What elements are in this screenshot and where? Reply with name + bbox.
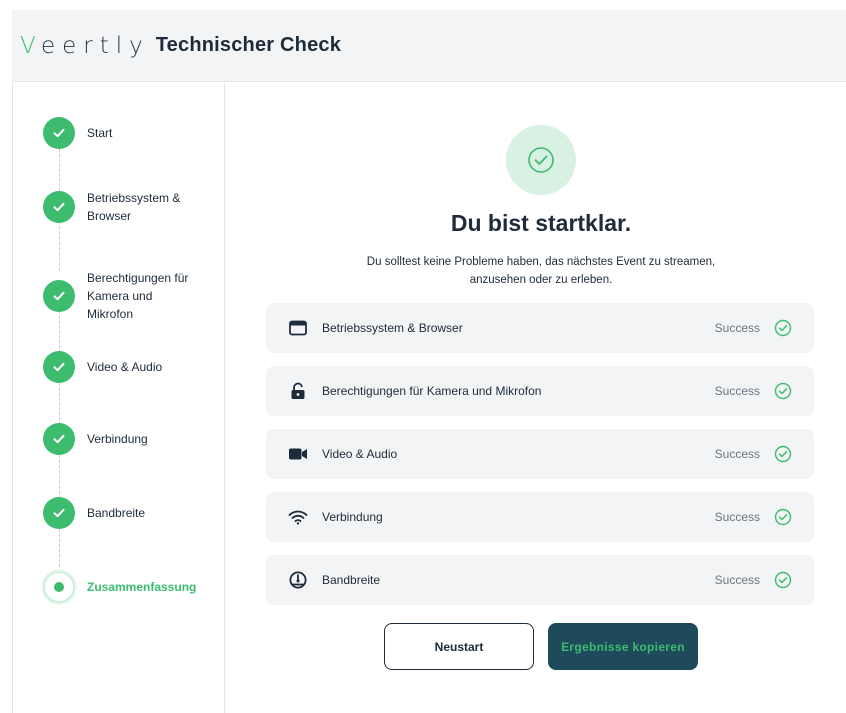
check-row-video-audio: Video & Audio Success bbox=[266, 429, 814, 479]
checkmark-icon bbox=[43, 351, 75, 383]
check-row-os-browser: Betriebssystem & Browser Success bbox=[266, 303, 814, 353]
step-sidebar: Start Betriebssystem & Browser Berechtig… bbox=[12, 83, 225, 713]
check-row-bandwidth: Bandbreite Success bbox=[266, 555, 814, 605]
speedometer-icon bbox=[288, 570, 308, 590]
video-camera-icon bbox=[288, 444, 308, 464]
page-title: Technischer Check bbox=[155, 34, 342, 56]
step-label: Start bbox=[87, 126, 113, 140]
step-label: Berechtigungen für Kamera und Mikrofon bbox=[87, 271, 189, 321]
active-step-indicator bbox=[43, 571, 75, 603]
success-circle-icon bbox=[774, 382, 792, 400]
check-status: Success bbox=[714, 447, 760, 461]
check-row-permissions: Berechtigungen für Kamera und Mikrofon S… bbox=[266, 366, 814, 416]
step-label: Video & Audio bbox=[87, 360, 163, 374]
veertly-logo: Veertly bbox=[20, 32, 150, 59]
success-circle-icon bbox=[774, 508, 792, 526]
success-check-icon bbox=[506, 125, 576, 195]
step-bandwidth[interactable]: Bandbreite bbox=[43, 497, 197, 529]
step-os-browser[interactable]: Betriebssystem & Browser bbox=[43, 189, 197, 225]
check-status: Success bbox=[714, 384, 760, 398]
check-status: Success bbox=[714, 573, 760, 587]
step-label: Zusammenfassung bbox=[87, 580, 197, 594]
checkmark-icon bbox=[43, 497, 75, 529]
copy-results-button[interactable]: Ergebnisse kopieren bbox=[548, 623, 698, 670]
checkmark-icon bbox=[43, 280, 75, 312]
app-header: Veertly Technischer Check bbox=[12, 10, 846, 82]
check-label: Verbindung bbox=[322, 510, 383, 524]
restart-button[interactable]: Neustart bbox=[384, 623, 534, 670]
summary-panel: Du bist startklar. Du solltest keine Pro… bbox=[226, 83, 846, 713]
check-label: Betriebssystem & Browser bbox=[322, 321, 463, 335]
wifi-icon bbox=[288, 507, 308, 527]
step-connection[interactable]: Verbindung bbox=[43, 423, 197, 455]
step-connector bbox=[59, 383, 60, 425]
check-label: Bandbreite bbox=[322, 573, 381, 587]
step-connector bbox=[59, 455, 60, 499]
summary-subtext: Du solltest keine Probleme haben, das nä… bbox=[366, 256, 716, 286]
step-label: Verbindung bbox=[87, 432, 148, 446]
check-label: Berechtigungen für Kamera und Mikrofon bbox=[322, 384, 542, 398]
step-summary[interactable]: Zusammenfassung bbox=[43, 571, 197, 603]
step-connector bbox=[59, 149, 60, 191]
active-dot-icon bbox=[54, 582, 64, 592]
checkmark-icon bbox=[43, 117, 75, 149]
check-row-connection: Verbindung Success bbox=[266, 492, 814, 542]
step-video-audio[interactable]: Video & Audio bbox=[43, 351, 197, 383]
checkmark-icon bbox=[43, 423, 75, 455]
checkmark-icon bbox=[43, 191, 75, 223]
step-permissions[interactable]: Berechtigungen für Kamera und Mikrofon bbox=[43, 269, 197, 323]
step-label: Betriebssystem & Browser bbox=[87, 191, 181, 223]
check-status: Success bbox=[714, 510, 760, 524]
success-circle-icon bbox=[774, 571, 792, 589]
step-label: Bandbreite bbox=[87, 506, 146, 520]
step-connector bbox=[59, 529, 60, 567]
check-label: Video & Audio bbox=[322, 447, 398, 461]
success-circle-icon bbox=[774, 319, 792, 337]
browser-window-icon bbox=[288, 318, 308, 338]
check-status: Success bbox=[714, 321, 760, 335]
step-start[interactable]: Start bbox=[43, 117, 197, 149]
step-connector bbox=[59, 221, 60, 271]
success-circle-icon bbox=[774, 445, 792, 463]
unlocked-padlock-icon bbox=[288, 381, 308, 401]
summary-headline: Du bist startklar. bbox=[450, 210, 632, 236]
